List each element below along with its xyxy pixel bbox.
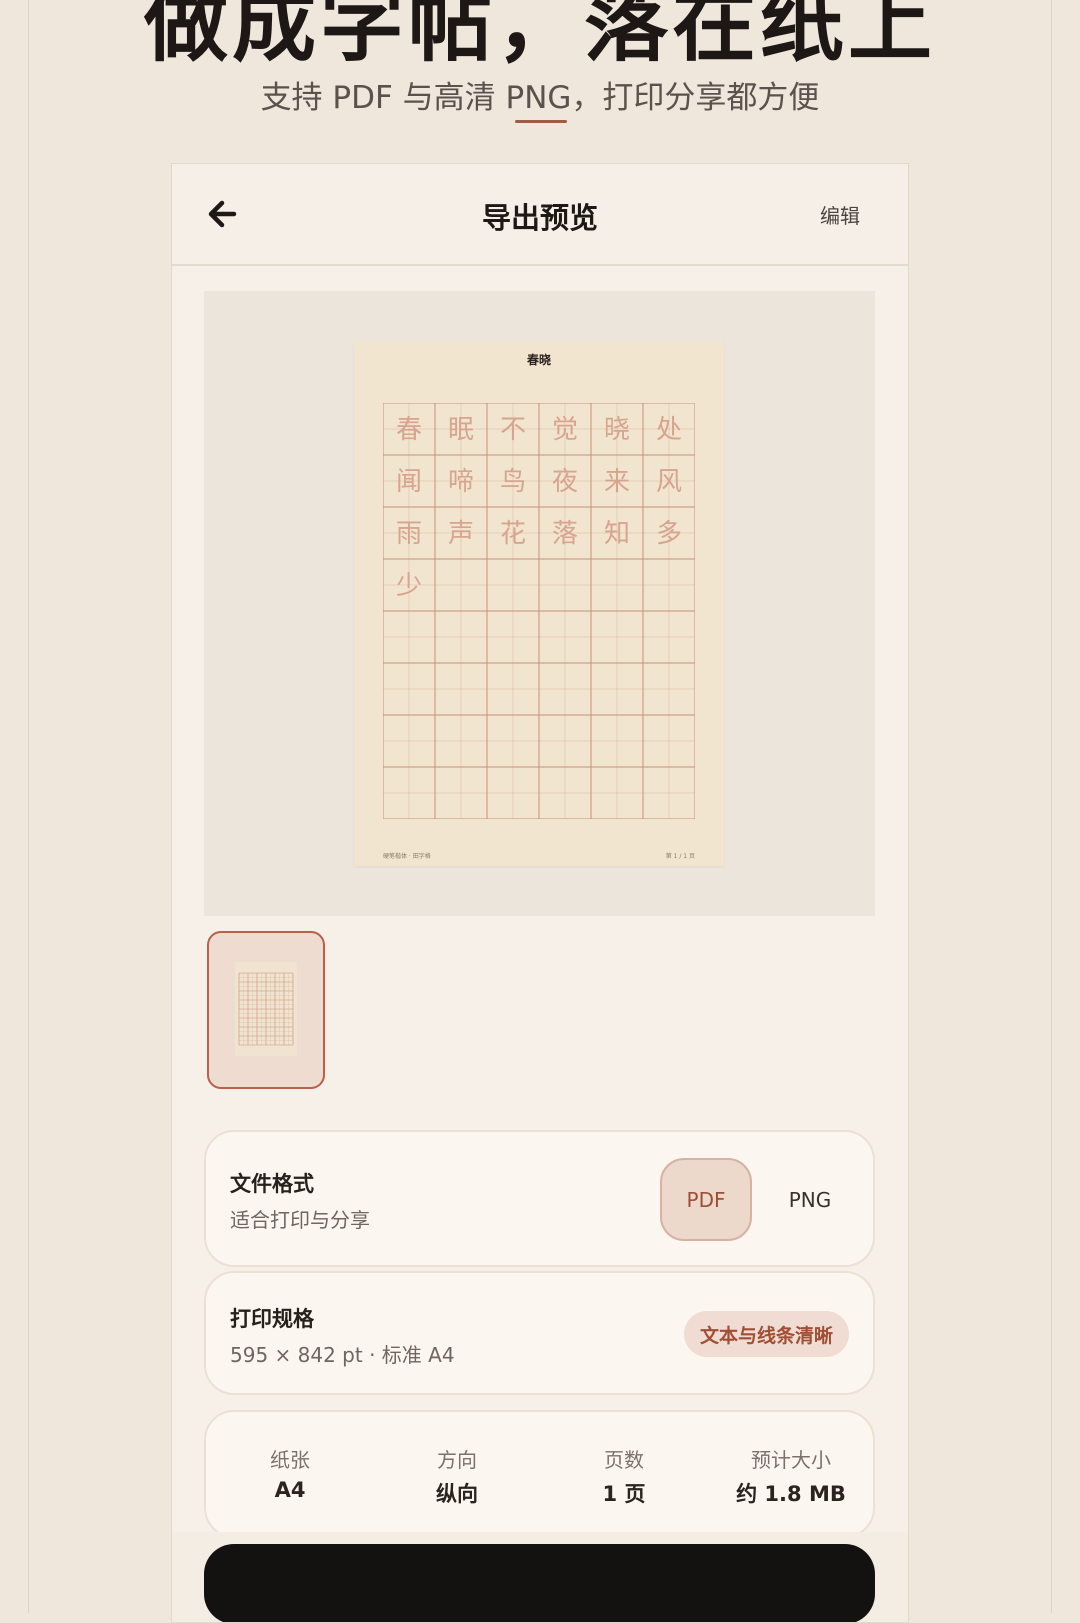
stat-value: A4 xyxy=(274,1478,306,1502)
app-header: 导出预览 编辑 xyxy=(172,164,908,266)
thumbnail-grid xyxy=(238,972,294,1046)
hero-title: 做成字帖，落在纸上 xyxy=(143,0,936,73)
hero-subtitle: 支持 PDF 与高清 PNG，打印分享都方便 xyxy=(260,80,820,116)
print-spec-card: 打印规格 595 × 842 pt · 标准 A4 文本与线条清晰 xyxy=(204,1271,875,1395)
format-option-pdf[interactable]: PDF xyxy=(660,1158,752,1241)
edit-button[interactable]: 编辑 xyxy=(820,200,860,229)
trace-character: 花 xyxy=(500,519,526,549)
trace-character: 春 xyxy=(396,415,422,445)
frame-right-line xyxy=(1051,0,1052,1613)
trace-character: 晓 xyxy=(604,415,630,445)
trace-character: 鸟 xyxy=(500,467,526,497)
print-spec-desc: 595 × 842 pt · 标准 A4 xyxy=(230,1343,455,1367)
trace-character: 眠 xyxy=(448,415,474,445)
preview-page: 春晓 春眠不觉晓处闻啼鸟夜来风雨声花落知多少 硬笔楷体 · 田字格 第 1 / … xyxy=(354,341,724,866)
trace-character: 不 xyxy=(500,415,526,445)
trace-character: 多 xyxy=(656,519,682,549)
preview-footer-right: 第 1 / 1 页 xyxy=(665,853,695,860)
preview-page-title: 春晓 xyxy=(526,353,551,367)
thumbnail-grid-group xyxy=(238,972,294,1046)
trace-character: 来 xyxy=(604,467,630,497)
trace-character: 少 xyxy=(396,571,422,601)
trace-character: 雨 xyxy=(396,519,422,549)
export-button[interactable] xyxy=(204,1544,875,1622)
stat-label: 页数 xyxy=(604,1448,644,1472)
stat-value: 约 1.8 MB xyxy=(736,1482,846,1506)
print-spec-title: 打印规格 xyxy=(230,1307,314,1331)
format-option-png[interactable]: PNG xyxy=(764,1158,856,1241)
practice-grid: 春眠不觉晓处闻啼鸟夜来风雨声花落知多少 xyxy=(383,403,695,819)
file-format-desc: 适合打印与分享 xyxy=(230,1208,370,1232)
thumbnail-page xyxy=(235,962,297,1056)
trace-character: 觉 xyxy=(552,415,578,445)
page-title: 导出预览 xyxy=(481,201,598,235)
trace-character: 处 xyxy=(656,415,682,445)
hero-underline xyxy=(515,120,567,123)
clarity-badge: 文本与线条清晰 xyxy=(683,1311,849,1357)
stat-label: 方向 xyxy=(437,1448,477,1472)
page-thumbnail[interactable] xyxy=(207,931,325,1089)
file-format-card: 文件格式 适合打印与分享 PDF PNG xyxy=(204,1130,875,1267)
export-preview-area: 春晓 春眠不觉晓处闻啼鸟夜来风雨声花落知多少 硬笔楷体 · 田字格 第 1 / … xyxy=(204,291,875,916)
trace-character: 知 xyxy=(604,519,630,549)
phone-screen: 导出预览 编辑 春晓 春眠不觉晓处闻啼鸟夜来风雨声花落知多少 硬笔楷体 · 田字… xyxy=(171,163,909,1623)
trace-character: 落 xyxy=(552,519,578,549)
stat-value: 1 页 xyxy=(602,1482,646,1506)
frame-left-line xyxy=(28,0,29,1613)
file-format-title: 文件格式 xyxy=(230,1172,314,1196)
trace-character: 啼 xyxy=(448,467,474,497)
stat-label: 预计大小 xyxy=(751,1448,831,1472)
trace-character: 闻 xyxy=(396,467,422,497)
stat-label: 纸张 xyxy=(270,1448,310,1472)
trace-character: 夜 xyxy=(552,467,578,497)
preview-footer-left: 硬笔楷体 · 田字格 xyxy=(383,853,431,860)
trace-character: 风 xyxy=(656,467,682,497)
export-summary-card: 纸张 A4 方向 纵向 页数 1 页 预计大小 约 1.8 MB xyxy=(204,1410,875,1538)
trace-character: 声 xyxy=(448,519,474,549)
stat-value: 纵向 xyxy=(436,1482,478,1506)
